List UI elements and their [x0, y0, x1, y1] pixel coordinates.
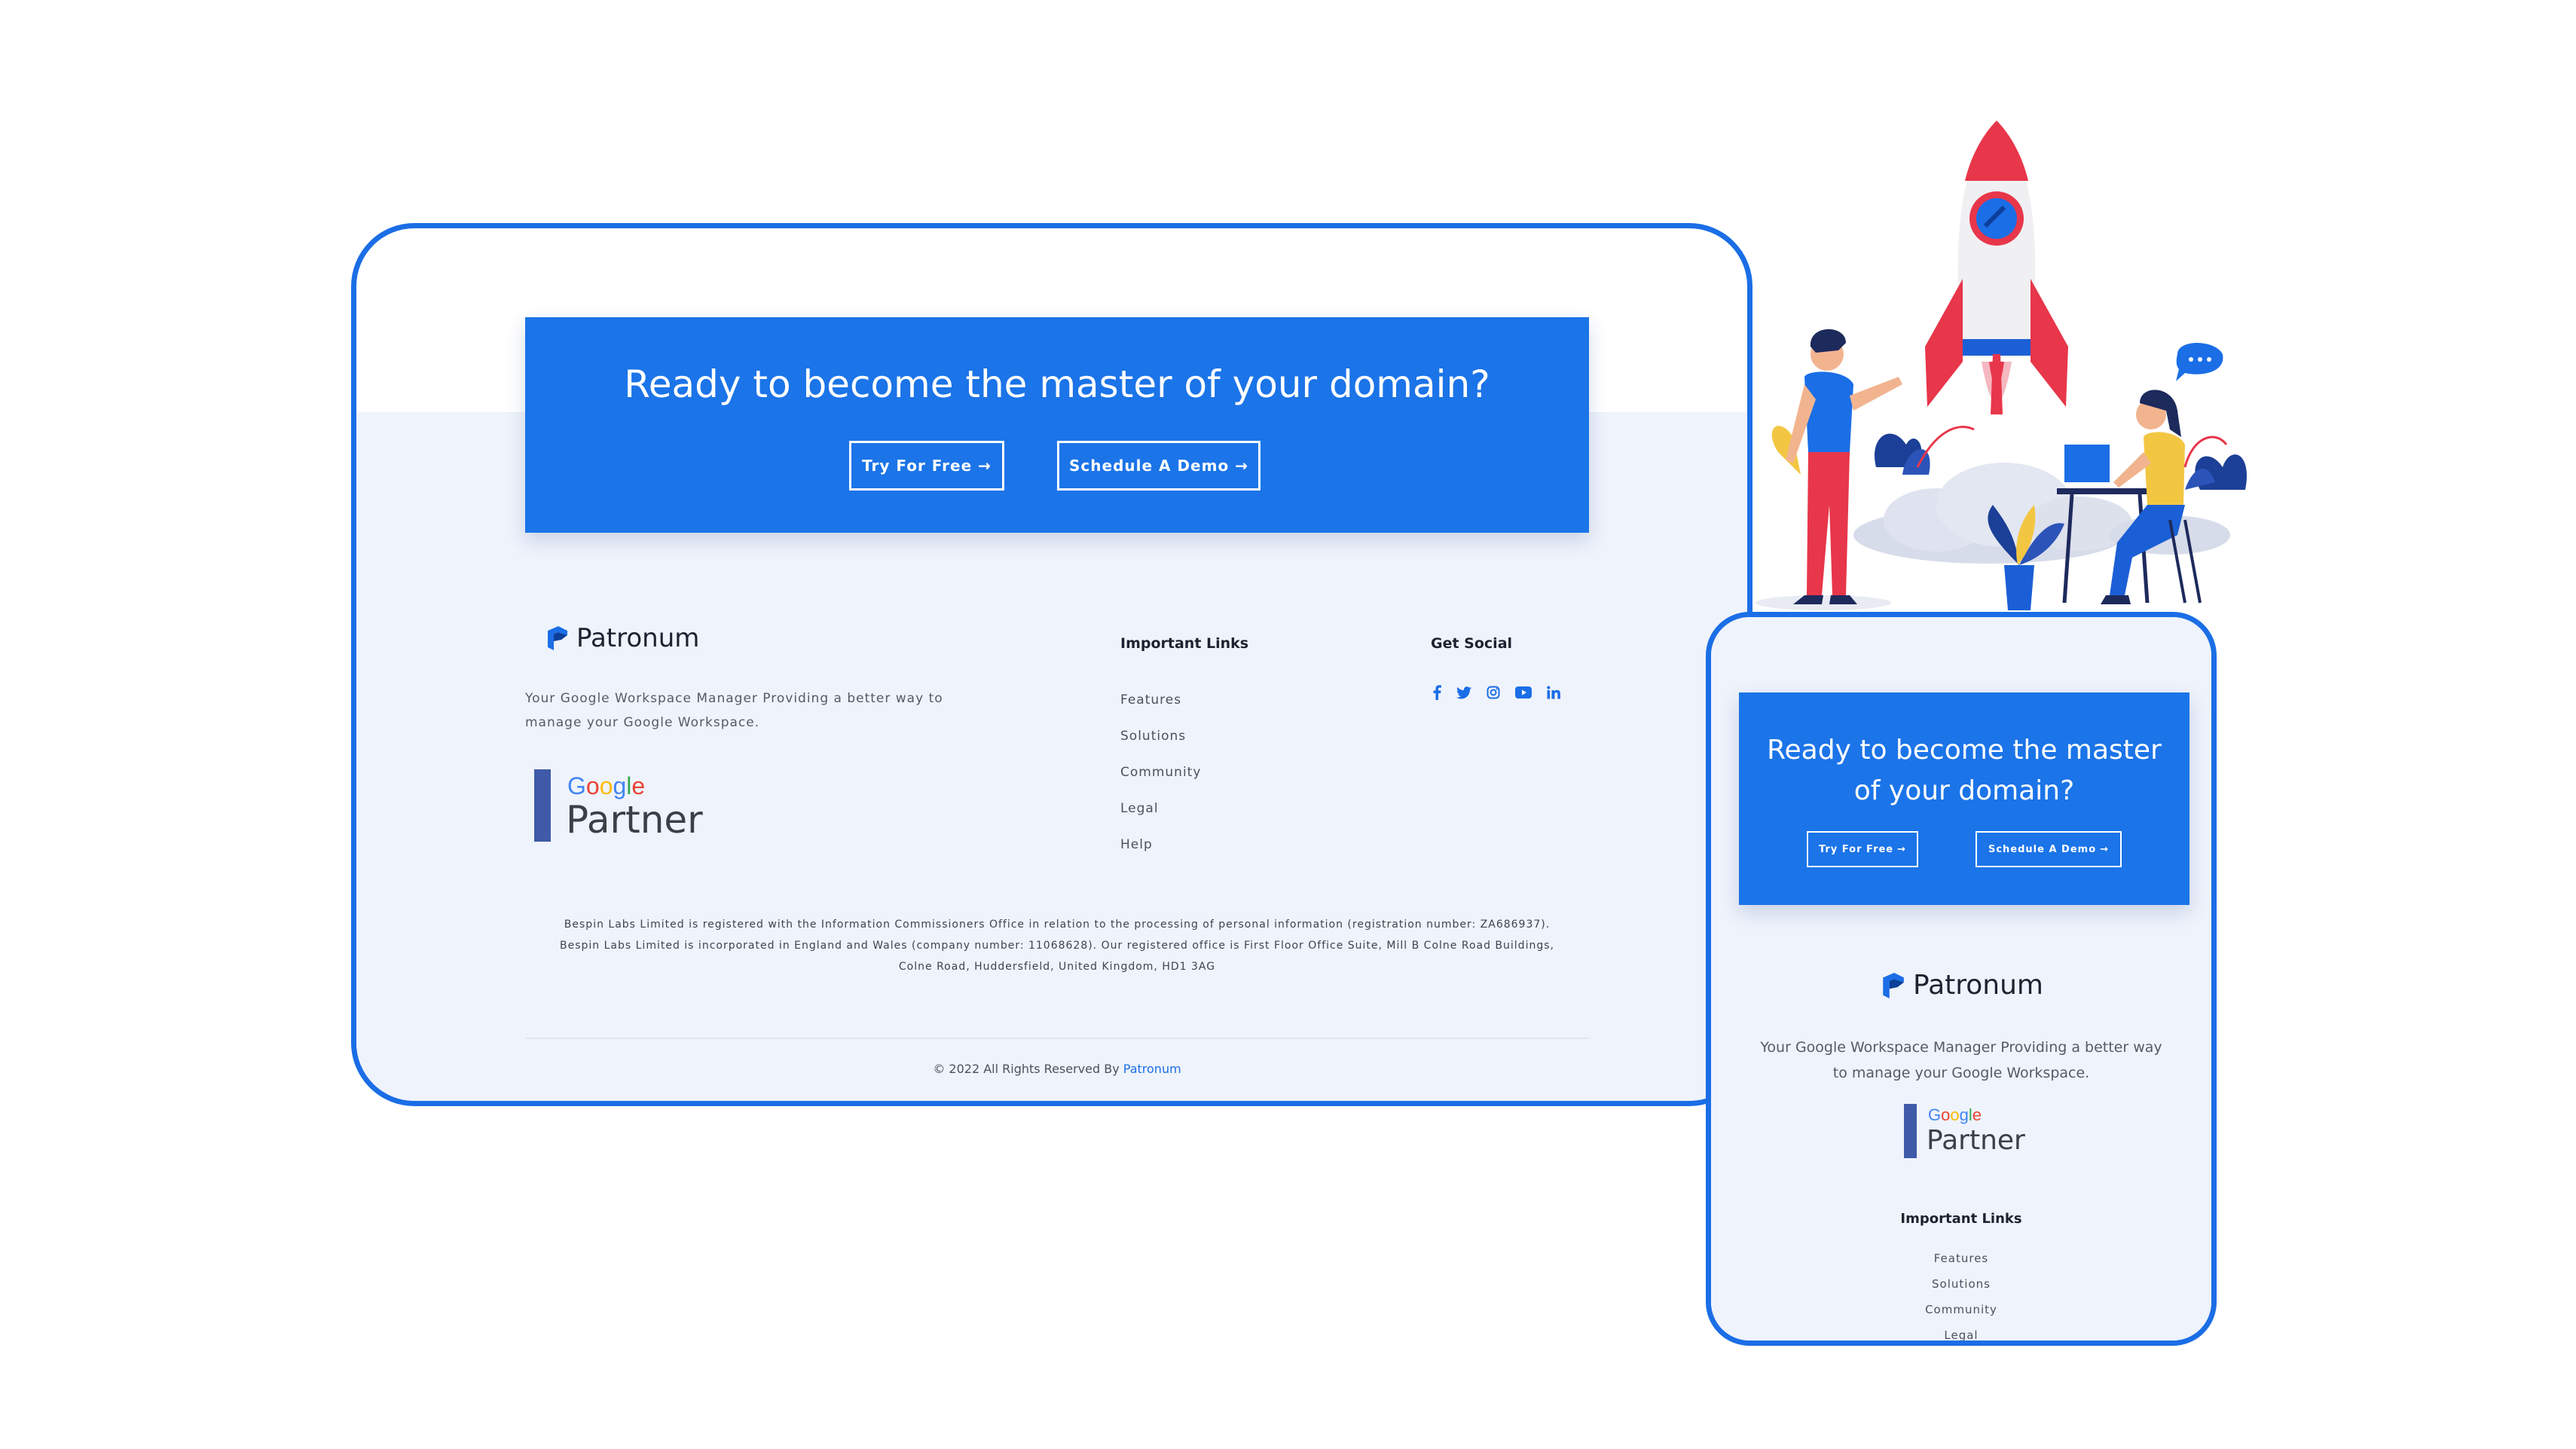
- patronum-logo-icon: [548, 626, 567, 650]
- mobile-footer-link-solutions[interactable]: Solutions: [1711, 1277, 2211, 1291]
- mobile-cta-title-line2: of your domain?: [1853, 775, 2075, 806]
- mobile-important-links-heading: Important Links: [1900, 1211, 2022, 1227]
- try-for-free-label: Try For Free: [862, 457, 973, 475]
- copyright-text: © 2022 All Rights Reserved By: [933, 1062, 1120, 1076]
- copyright-brand-link[interactable]: Patronum: [1123, 1062, 1181, 1076]
- footer-divider: [525, 1038, 1589, 1039]
- arrow-right-icon: →: [978, 457, 992, 475]
- google-wordmark: Google: [1928, 1105, 1982, 1124]
- social-icons: [1432, 685, 1560, 700]
- footer-link-community[interactable]: Community: [1120, 765, 1201, 780]
- mobile-footer-link-community[interactable]: Community: [1711, 1303, 2211, 1316]
- patronum-logo-icon: [1883, 972, 1904, 998]
- important-links-heading: Important Links: [1120, 635, 1249, 652]
- chat-bubble-icon: [2176, 343, 2223, 381]
- cta-banner: Ready to become the master of your domai…: [525, 317, 1589, 533]
- get-social-heading: Get Social: [1431, 635, 1513, 652]
- copyright: © 2022 All Rights Reserved By Patronum: [525, 1062, 1589, 1076]
- google-partner-badge: Google Partner: [534, 769, 715, 845]
- mobile-brand-description-line1: Your Google Workspace Manager Providing …: [1760, 1039, 2162, 1056]
- rocket-team-illustration: [1756, 121, 2248, 610]
- mobile-footer-link-legal[interactable]: Legal: [1711, 1328, 2211, 1340]
- cta-title: Ready to become the master of your domai…: [624, 362, 1490, 406]
- footer-link-solutions[interactable]: Solutions: [1120, 729, 1186, 744]
- footer-link-legal[interactable]: Legal: [1120, 801, 1159, 816]
- partner-label: Partner: [566, 798, 703, 842]
- arrow-right-icon: →: [1897, 843, 1907, 855]
- mobile-cta-title-line1: Ready to become the master: [1767, 735, 2162, 766]
- mobile-brand-description-line2: to manage your Google Workspace.: [1832, 1065, 2090, 1081]
- rocket-icon: [1925, 121, 2068, 414]
- brand-description-line1: Your Google Workspace Manager Providing …: [525, 691, 943, 706]
- legal-text-line1: Bespin Labs Limited is registered with t…: [564, 919, 1551, 931]
- footer-link-features[interactable]: Features: [1120, 692, 1181, 708]
- facebook-icon[interactable]: [1432, 685, 1441, 700]
- mobile-schedule-demo-button[interactable]: Schedule A Demo →: [1976, 831, 2122, 867]
- mobile-patronum-logo[interactable]: Patronum: [1880, 970, 2043, 1001]
- schedule-demo-label: Schedule A Demo: [1069, 457, 1230, 475]
- google-partner-bar: [1904, 1104, 1917, 1158]
- plant-right: [2183, 436, 2248, 490]
- google-partner-bar: [534, 769, 551, 842]
- linkedin-icon[interactable]: [1547, 686, 1560, 699]
- schedule-demo-button[interactable]: Schedule A Demo →: [1057, 441, 1260, 491]
- mobile-try-for-free-button[interactable]: Try For Free →: [1807, 831, 1918, 867]
- arrow-right-icon: →: [1235, 457, 1248, 475]
- footer-link-help[interactable]: Help: [1120, 837, 1153, 852]
- legal-text-line3: Colne Road, Huddersfield, United Kingdom…: [898, 961, 1216, 973]
- desktop-mockup-frame: Ready to become the master of your domai…: [351, 223, 1752, 1106]
- twitter-icon[interactable]: [1456, 686, 1471, 699]
- brand-name: Patronum: [576, 623, 700, 653]
- brand-description-line2: manage your Google Workspace.: [525, 715, 760, 730]
- instagram-icon[interactable]: [1487, 686, 1500, 699]
- try-for-free-button[interactable]: Try For Free →: [849, 441, 1004, 491]
- patronum-logo[interactable]: Patronum: [545, 623, 699, 653]
- youtube-icon[interactable]: [1515, 686, 1532, 699]
- arrow-right-icon: →: [2100, 843, 2110, 855]
- mobile-schedule-demo-label: Schedule A Demo: [1988, 843, 2097, 855]
- standing-man-figure: [1756, 329, 1902, 610]
- mobile-partner-label: Partner: [1927, 1125, 2025, 1156]
- legal-text-line2: Bespin Labs Limited is incorporated in E…: [560, 940, 1554, 952]
- mobile-google-partner-badge: Google Partner: [1904, 1104, 2055, 1164]
- google-wordmark: Google: [567, 772, 646, 799]
- mobile-footer-link-features[interactable]: Features: [1711, 1252, 2211, 1265]
- mobile-mockup-frame: Ready to become the master of your domai…: [1706, 612, 2217, 1346]
- mobile-cta-banner: Ready to become the master of your domai…: [1739, 692, 2189, 905]
- mobile-try-for-free-label: Try For Free: [1818, 843, 1894, 855]
- mobile-brand-name: Patronum: [1913, 970, 2044, 1001]
